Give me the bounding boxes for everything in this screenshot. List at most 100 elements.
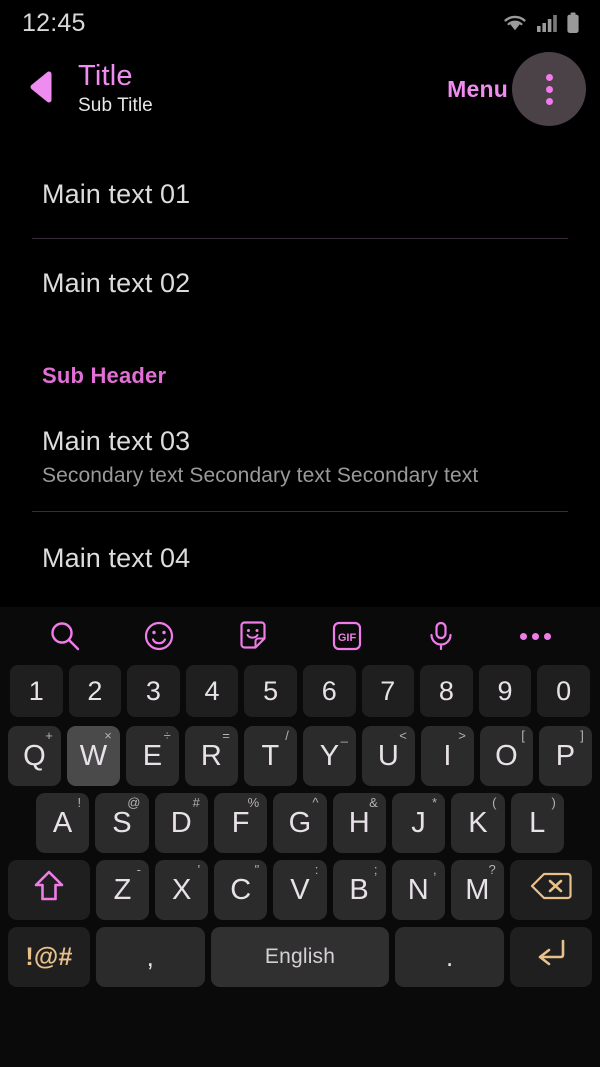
comma-key[interactable]: ,	[96, 927, 205, 987]
overflow-menu-icon	[545, 85, 553, 93]
list-item[interactable]: Main text 01	[0, 152, 600, 238]
emoji-icon[interactable]	[133, 612, 185, 660]
key-y[interactable]: _ Y	[303, 726, 356, 786]
key-label: O	[495, 739, 518, 772]
key-x[interactable]: ' X	[155, 860, 209, 920]
key-p[interactable]: ] P	[539, 726, 592, 786]
space-key[interactable]: English	[210, 927, 390, 987]
key-alt-label: ?	[488, 862, 496, 877]
key-i[interactable]: > I	[421, 726, 474, 786]
key-label: Y	[319, 739, 340, 772]
search-icon[interactable]	[39, 612, 91, 660]
key-0[interactable]: 0	[537, 665, 590, 717]
on-screen-keyboard: GIF 1 2 3 4 5 6 7 8 9 0 + Q × W ÷ E = R …	[0, 607, 600, 1067]
key-z[interactable]: - Z	[96, 860, 150, 920]
keyboard-row-qwerty: + Q × W ÷ E = R / T _ Y < U > I [ O ] P	[4, 726, 596, 786]
more-options-icon[interactable]	[509, 612, 561, 660]
key-k[interactable]: ( K	[451, 793, 505, 853]
key-alt-label: ]	[580, 728, 584, 743]
signal-icon	[536, 13, 558, 33]
key-s[interactable]: @ S	[95, 793, 149, 853]
key-label: M	[465, 873, 490, 906]
enter-key[interactable]	[510, 927, 593, 987]
sticker-icon[interactable]	[227, 612, 279, 660]
key-8[interactable]: 8	[420, 665, 473, 717]
key-alt-label: ÷	[163, 728, 171, 743]
key-label: T	[261, 739, 280, 772]
key-alt-label: (	[492, 795, 497, 810]
overflow-menu-icon	[545, 73, 553, 81]
key-q[interactable]: + Q	[8, 726, 61, 786]
key-alt-label: /	[285, 728, 289, 743]
key-j[interactable]: * J	[391, 793, 446, 853]
period-key[interactable]: .	[395, 927, 505, 987]
keyboard-row-bottom: !@# , English .	[4, 927, 596, 987]
overflow-menu-button[interactable]	[512, 52, 586, 126]
key-m[interactable]: ? M	[450, 860, 504, 920]
keyboard-row-asdf: ! A @ S # D % F ^ G & H * J ( K ) L	[4, 793, 596, 853]
key-w[interactable]: × W	[67, 726, 120, 786]
list-item-main-text: Main text 03	[42, 426, 191, 456]
key-label: P	[555, 739, 576, 772]
key-alt-label: #	[192, 795, 200, 810]
key-alt-label: '	[197, 862, 201, 877]
key-b[interactable]: ; B	[332, 860, 386, 920]
key-c[interactable]: " C	[214, 860, 268, 920]
backspace-key[interactable]	[509, 860, 592, 920]
key-label: L	[529, 806, 546, 839]
key-alt-label: ^	[312, 795, 319, 810]
key-1[interactable]: 1	[10, 665, 63, 717]
key-v[interactable]: : V	[273, 860, 327, 920]
menu-button[interactable]: Menu	[447, 76, 508, 103]
back-chevron-icon	[22, 68, 60, 111]
more-dot	[519, 632, 527, 640]
microphone-icon[interactable]	[415, 612, 467, 660]
key-alt-label: >	[458, 728, 466, 743]
key-9[interactable]: 9	[478, 665, 532, 717]
key-label: G	[288, 806, 312, 839]
key-r[interactable]: = R	[185, 726, 238, 786]
key-g[interactable]: ^ G	[273, 793, 327, 853]
key-label: F	[231, 806, 250, 839]
gif-icon[interactable]: GIF	[321, 612, 373, 660]
key-alt-label: !	[77, 795, 82, 810]
key-6[interactable]: 6	[303, 665, 356, 717]
key-alt-label: *	[432, 795, 438, 810]
key-5[interactable]: 5	[244, 665, 297, 717]
key-u[interactable]: < U	[362, 726, 415, 786]
content-list: Main text 01 Main text 02 Sub Header Mai…	[0, 132, 600, 574]
wifi-icon	[502, 13, 528, 33]
section-sub-header: Sub Header	[42, 363, 167, 388]
key-e[interactable]: ÷ E	[126, 726, 179, 786]
key-label: X	[171, 873, 192, 906]
key-label: C	[230, 873, 252, 906]
list-item-main-text: Main text 02	[42, 268, 191, 298]
key-l[interactable]: ) L	[510, 793, 564, 853]
key-h[interactable]: & H	[332, 793, 386, 853]
keyboard-toolbar: GIF	[4, 607, 596, 665]
key-label: R	[200, 739, 223, 772]
key-a[interactable]: ! A	[36, 793, 90, 853]
battery-icon	[566, 12, 580, 34]
key-label: I	[443, 739, 452, 772]
key-o[interactable]: [ O	[480, 726, 533, 786]
list-item-main-text: Main text 04	[42, 543, 191, 573]
key-t[interactable]: / T	[244, 726, 297, 786]
key-alt-label: "	[254, 862, 260, 877]
list-item[interactable]: Main text 03 Secondary text Secondary te…	[0, 401, 600, 511]
shift-key[interactable]	[8, 860, 90, 920]
overflow-menu-icon	[545, 97, 553, 105]
symbols-key[interactable]: !@#	[8, 927, 90, 987]
key-2[interactable]: 2	[68, 665, 122, 717]
back-button[interactable]	[18, 66, 64, 112]
key-f[interactable]: % F	[214, 793, 268, 853]
key-3[interactable]: 3	[127, 665, 180, 717]
key-7[interactable]: 7	[361, 665, 415, 717]
key-d[interactable]: # D	[154, 793, 208, 853]
key-4[interactable]: 4	[185, 665, 239, 717]
key-label: A	[52, 806, 73, 839]
more-dot	[543, 632, 551, 640]
list-item[interactable]: Main text 02	[0, 239, 600, 329]
key-n[interactable]: , N	[391, 860, 445, 920]
list-item[interactable]: Main text 04	[0, 512, 600, 574]
